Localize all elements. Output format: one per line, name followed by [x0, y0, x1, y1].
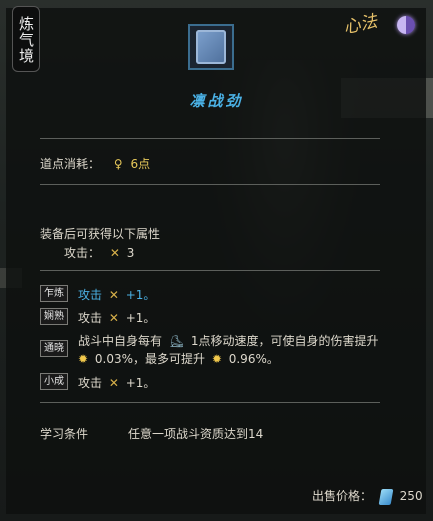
attack-icon: ✕ — [109, 246, 120, 260]
level-badge: 乍炼 — [40, 285, 68, 302]
level-effect-bonus: +1。 — [125, 311, 156, 325]
requirement-label: 学习条件 — [40, 427, 89, 441]
level-effect-text: 0.03%，最多可提升 — [94, 352, 206, 366]
level-effect-bonus: +1。 — [125, 288, 156, 302]
sun-icon: ✹ — [78, 352, 89, 366]
level-effect-line: 战斗中自身每有 ⛸ 1点移动速度，可使自身的伤害提升 — [78, 332, 379, 349]
level-effect: 攻击 ✕ +1。 — [78, 309, 155, 326]
item-name: 凛战劲 — [189, 92, 244, 110]
level-effect-text: 攻击 — [78, 311, 103, 325]
level-effect-text: 1点移动速度，可使自身的伤害提升 — [190, 334, 379, 348]
equip-stat-row: 攻击： ✕ 3 — [64, 244, 134, 261]
spirit-stone-icon — [378, 488, 394, 505]
manual-book-icon — [196, 30, 226, 64]
sale-price-row: 出售价格： 250 — [312, 487, 423, 505]
level-effect: 攻击 ✕ +1。 — [78, 374, 155, 391]
level-badge: 娴熟 — [40, 308, 68, 325]
stat-label: 攻击： — [64, 246, 101, 260]
dao-point-icon: ♀ — [113, 157, 123, 171]
sun-icon: ✹ — [211, 352, 222, 366]
cost-row: 道点消耗： ♀ 6点 — [40, 155, 150, 172]
level-effect-text: 攻击 — [78, 288, 103, 302]
attack-icon: ✕ — [108, 311, 119, 325]
attack-icon: ✕ — [108, 376, 119, 390]
level-badge: 小成 — [40, 373, 68, 390]
divider — [40, 138, 380, 139]
equip-title: 装备后可获得以下属性 — [40, 227, 161, 241]
cost-label: 道点消耗： — [40, 157, 101, 171]
level-effect-text: 战斗中自身每有 — [78, 334, 163, 348]
level-effect-text: 攻击 — [78, 376, 103, 390]
boot-icon: ⛸ — [168, 334, 185, 348]
divider — [40, 184, 380, 185]
sale-value: 250 — [399, 489, 423, 503]
realm-tag: 炼气境 — [12, 6, 40, 72]
attack-icon: ✕ — [108, 288, 119, 302]
level-effect-line: ✹ 0.03%，最多可提升 ✹ 0.96%。 — [78, 350, 279, 367]
level-effect-text: 0.96%。 — [228, 352, 279, 366]
item-icon-frame — [188, 24, 234, 70]
level-badge: 通晓 — [40, 340, 68, 357]
divider — [40, 402, 380, 403]
sale-label: 出售价格： — [312, 489, 373, 503]
yinyang-icon — [397, 16, 415, 34]
requirement-value: 任意一项战斗资质达到14 — [128, 427, 264, 441]
cost-value: 6点 — [130, 157, 151, 171]
stat-value: 3 — [126, 246, 135, 260]
level-effect: 攻击 ✕ +1。 — [78, 286, 155, 303]
level-effect-bonus: +1。 — [125, 376, 156, 390]
divider — [40, 270, 380, 271]
